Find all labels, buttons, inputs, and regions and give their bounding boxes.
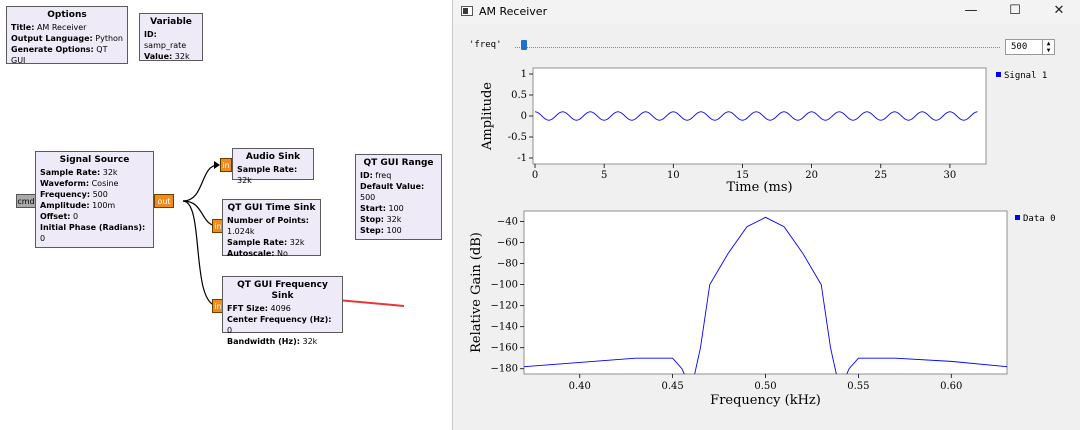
time-sink-block[interactable]: QT GUI Time Sink Number of Points: 1.024… (222, 199, 321, 258)
cmd-port[interactable]: cmd (16, 194, 36, 208)
x-tick-label: 5 (601, 170, 607, 181)
y-tick-label: -0.5 (508, 132, 527, 143)
x-tick-label: 30 (944, 170, 957, 181)
y-tick-label: 1 (521, 69, 527, 80)
y-tick-label: −160 (491, 343, 518, 354)
x-tick-label: 0 (532, 170, 538, 181)
y-tick-label: 0.5 (511, 90, 527, 101)
legend-signal-1: Signal 1 (1004, 71, 1047, 81)
y-axis-title: Relative Gain (dB) (469, 232, 484, 353)
y-tick-label: 0 (521, 111, 527, 122)
time-plot-frame[interactable] (532, 67, 987, 165)
block-title: Audio Sink (245, 152, 301, 162)
y-axis-title: Amplitude (480, 82, 495, 151)
connection-freq (182, 200, 219, 307)
connection-audio (182, 164, 219, 202)
y-tick-label: −140 (491, 322, 518, 333)
block-title: QT GUI Range (363, 158, 434, 168)
block-title: Variable (150, 17, 192, 27)
x-tick-label: 0.55 (847, 381, 869, 392)
block-title: Signal Source (59, 155, 130, 165)
y-tick-label: -1 (517, 153, 527, 164)
y-tick-label: −60 (497, 238, 518, 249)
out-port[interactable]: out (154, 194, 174, 208)
am-receiver-window: AM Receiver — ☐ ✕ 'freq' 500 ▲ ▼ 1 0.5 0 -0.… (452, 0, 1080, 430)
x-axis-title: Frequency (kHz) (710, 393, 821, 408)
legend-data-0: Data 0 (1023, 214, 1056, 224)
signal-source-block[interactable]: Signal Source Sample Rate: 32k Waveform:… (35, 151, 154, 248)
block-title: Options (47, 10, 87, 20)
audio-sink-in-port[interactable]: in (220, 158, 232, 172)
block-title: QT GUI Time Sink (227, 203, 316, 213)
qt-gui-range-block[interactable]: QT GUI Range ID: freq Default Value: 500… (355, 154, 442, 240)
freq-plot-frame[interactable] (523, 210, 1008, 375)
y-tick-label: −40 (497, 217, 518, 228)
block-title: QT GUI Frequency Sink (237, 280, 328, 301)
options-block[interactable]: Options Title: AM Receiver Output Langua… (6, 6, 128, 65)
x-axis-title: Time (ms) (726, 180, 792, 195)
plots-area: 10.50-0.5-10 5 10 15 20 25 30Time (ms)Amplitud… (469, 67, 1056, 408)
x-tick-label: 10 (667, 170, 680, 181)
y-tick-label: −100 (491, 280, 518, 291)
y-tick-label: −180 (491, 364, 518, 375)
legend-swatch (996, 72, 1001, 77)
frequency-sink-block[interactable]: QT GUI Frequency Sink FFT Size: 4096 Cen… (222, 276, 343, 346)
x-tick-label: 0.45 (661, 381, 683, 392)
audio-sink-block[interactable]: Audio Sink Sample Rate: 32k (232, 148, 314, 185)
variable-block[interactable]: Variable ID: samp_rate Value: 32k (139, 13, 203, 61)
x-tick-label: 0.40 (569, 381, 591, 392)
x-tick-label: 25 (874, 170, 887, 181)
y-tick-label: −120 (491, 301, 518, 312)
x-tick-label: 0.60 (940, 381, 962, 392)
y-tick-label: −80 (497, 259, 518, 270)
x-tick-label: 0.50 (754, 381, 776, 392)
legend-swatch (1015, 215, 1020, 220)
x-tick-label: 20 (805, 170, 818, 181)
